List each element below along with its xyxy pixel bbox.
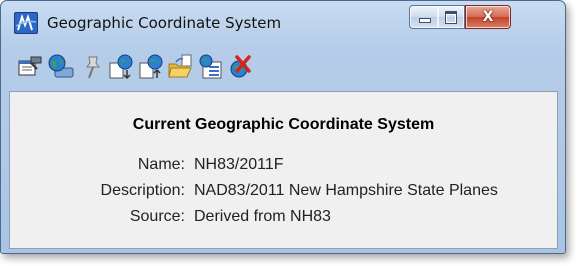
caption-buttons: X [409, 5, 559, 29]
description-value: NAD83/2011 New Hampshire State Planes [194, 182, 498, 199]
globe-list-icon [199, 54, 222, 79]
source-label: Source: [129, 208, 185, 225]
globe-from-library-icon [48, 54, 74, 78]
properties-pointer-button[interactable] [17, 53, 45, 81]
maximize-icon [445, 11, 457, 24]
import-globe-icon [109, 54, 133, 80]
window-title: Geographic Coordinate System [47, 14, 282, 32]
pushpin-button[interactable] [77, 53, 105, 81]
close-icon: X [482, 9, 494, 25]
name-row: Name: NH83/2011F [10, 156, 557, 176]
export-globe-button[interactable] [137, 53, 165, 81]
minimize-icon [419, 18, 431, 23]
maximize-button[interactable] [438, 5, 465, 29]
properties-pointer-icon [18, 56, 42, 76]
source-row: Source: Derived from NH83 [10, 208, 557, 228]
description-label: Description: [100, 182, 185, 199]
globe-from-library-button[interactable] [47, 53, 75, 81]
toolbar [9, 53, 429, 83]
app-icon[interactable] [14, 12, 38, 34]
description-row: Description: NAD83/2011 New Hampshire St… [10, 182, 557, 202]
open-folder-button[interactable] [167, 53, 195, 81]
title-bar[interactable]: Geographic Coordinate System X [1, 1, 565, 41]
pushpin-icon [86, 56, 100, 79]
details-panel: Current Geographic Coordinate System Nam… [9, 91, 558, 249]
name-value: NH83/2011F [194, 156, 284, 173]
source-value: Derived from NH83 [194, 208, 331, 225]
details-heading: Current Geographic Coordinate System [132, 116, 435, 133]
globe-list-button[interactable] [197, 53, 225, 81]
minimize-button[interactable] [409, 5, 439, 29]
name-label: Name: [137, 156, 185, 173]
remove-globe-icon [230, 55, 251, 78]
remove-globe-button[interactable] [227, 53, 255, 81]
open-folder-icon [168, 54, 192, 78]
export-globe-icon [139, 54, 163, 79]
import-globe-button[interactable] [107, 53, 135, 81]
close-button[interactable]: X [465, 5, 511, 29]
geo-coordinate-system-window: Geographic Coordinate System X Current G… [0, 0, 566, 254]
